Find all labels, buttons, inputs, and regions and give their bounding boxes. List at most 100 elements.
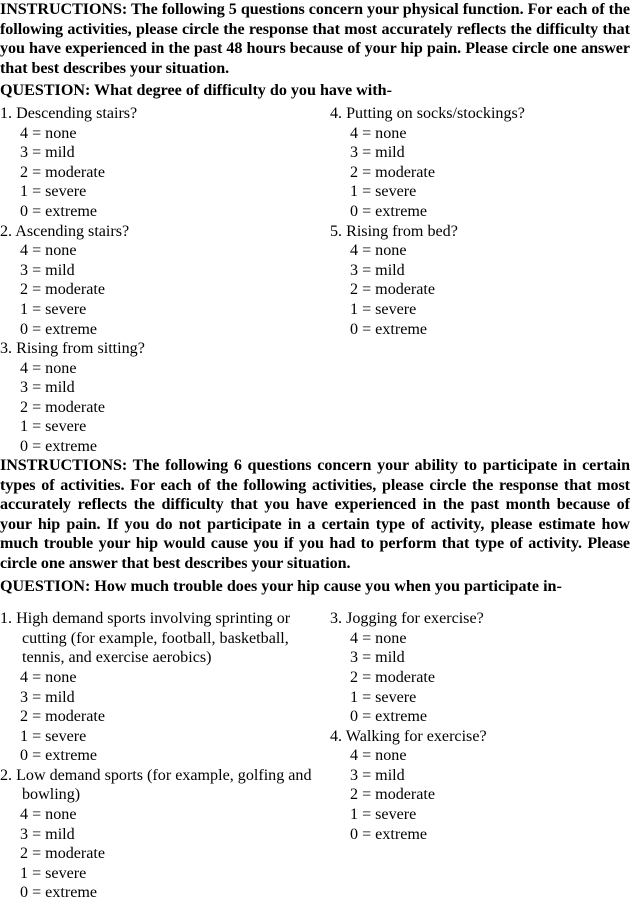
response-option[interactable]: 1 = severe [330, 688, 630, 708]
response-option[interactable]: 3 = mild [0, 825, 320, 845]
question-text: 3. Jogging for exercise? [330, 610, 484, 628]
response-option-value: 4 [20, 668, 29, 686]
response-option-value: 1 [350, 183, 359, 201]
response-option-value: 2 [350, 281, 359, 299]
response-option[interactable]: 0 = extreme [330, 707, 630, 727]
equals-sign: = [28, 398, 46, 416]
response-option-value: 1 [20, 300, 29, 318]
response-option[interactable]: 2 = moderate [330, 668, 630, 688]
equals-sign: = [358, 163, 376, 181]
response-option[interactable]: 0 = extreme [330, 320, 630, 340]
question-item: 3. Jogging for exercise? 4 = none 3 = mild… [330, 609, 630, 727]
response-option-label: none [375, 629, 407, 647]
response-option-value: 2 [350, 163, 359, 181]
response-option-value: 4 [350, 242, 359, 260]
response-option[interactable]: 4 = none [0, 124, 320, 144]
response-option[interactable]: 3 = mild [0, 143, 320, 163]
response-option-label: extreme [45, 747, 97, 765]
response-option[interactable]: 2 = moderate [330, 280, 630, 300]
response-option-label: extreme [375, 320, 427, 338]
response-option[interactable]: 2 = moderate [0, 163, 320, 183]
response-option[interactable]: 1 = severe [0, 864, 320, 884]
equals-sign: = [28, 202, 46, 220]
response-option-value: 0 [350, 202, 359, 220]
response-option-label: mild [45, 379, 75, 397]
response-option-label: moderate [375, 163, 436, 181]
response-option[interactable]: 0 = extreme [0, 202, 320, 222]
equals-sign: = [28, 708, 46, 726]
response-option[interactable]: 2 = moderate [0, 707, 320, 727]
activities-right-column: 3. Jogging for exercise? 4 = none 3 = mild… [330, 609, 630, 844]
response-option[interactable]: 2 = moderate [0, 280, 320, 300]
response-option[interactable]: 2 = moderate [330, 785, 630, 805]
response-option[interactable]: 2 = moderate [330, 163, 630, 183]
response-option[interactable]: 1 = severe [330, 182, 630, 202]
equals-sign: = [28, 320, 46, 338]
question-text: 5. Rising from bed? [330, 222, 458, 240]
equals-sign: = [28, 144, 46, 162]
response-option-label: mild [45, 144, 75, 162]
response-option[interactable]: 0 = extreme [0, 883, 320, 903]
response-scale: 4 = none 3 = mild 2 = moderate 1 = severe 0 … [330, 124, 630, 222]
question-item: 2. Ascending stairs? 4 = none 3 = mild 2 = … [0, 222, 320, 340]
response-option[interactable]: 4 = none [0, 668, 320, 688]
response-option-label: none [375, 242, 407, 260]
response-option[interactable]: 3 = mild [330, 766, 630, 786]
response-option[interactable]: 0 = extreme [330, 825, 630, 845]
response-option-value: 3 [350, 261, 359, 279]
equals-sign: = [358, 320, 376, 338]
response-option-value: 2 [20, 163, 29, 181]
question-text: 2. Ascending stairs? [0, 222, 130, 240]
response-option[interactable]: 4 = none [0, 241, 320, 261]
question-item: 2. Low demand sports (for example, golfi… [0, 766, 320, 903]
response-option-value: 0 [20, 320, 29, 338]
physical-function-right-column: 4. Putting on socks/stockings? 4 = none 3 … [330, 104, 630, 339]
response-option-value: 0 [20, 438, 29, 456]
response-option[interactable]: 0 = extreme [330, 202, 630, 222]
response-option[interactable]: 4 = none [0, 359, 320, 379]
response-option[interactable]: 0 = extreme [0, 746, 320, 766]
response-option-label: extreme [45, 320, 97, 338]
equals-sign: = [28, 281, 46, 299]
response-option-label: none [45, 806, 77, 824]
response-option[interactable]: 2 = moderate [0, 844, 320, 864]
response-option[interactable]: 3 = mild [0, 378, 320, 398]
response-scale: 4 = none 3 = mild 2 = moderate 1 = severe 0 … [330, 629, 630, 727]
response-option[interactable]: 0 = extreme [0, 437, 320, 457]
response-option[interactable]: 3 = mild [330, 648, 630, 668]
question-text: 4. Putting on socks/stockings? [330, 104, 525, 122]
response-option-value: 2 [20, 398, 29, 416]
response-option[interactable]: 4 = none [330, 241, 630, 261]
equals-sign: = [358, 124, 376, 142]
response-option-label: extreme [45, 202, 97, 220]
equals-sign: = [28, 668, 46, 686]
response-option[interactable]: 4 = none [330, 746, 630, 766]
response-option[interactable]: 1 = severe [0, 417, 320, 437]
equals-sign: = [358, 806, 376, 824]
response-option-label: extreme [45, 884, 97, 902]
response-option[interactable]: 1 = severe [0, 727, 320, 747]
response-option[interactable]: 3 = mild [330, 143, 630, 163]
response-option[interactable]: 4 = none [330, 124, 630, 144]
response-option-value: 2 [20, 281, 29, 299]
equals-sign: = [28, 845, 46, 863]
response-option[interactable]: 4 = none [0, 805, 320, 825]
response-option[interactable]: 1 = severe [0, 300, 320, 320]
response-option-value: 0 [20, 884, 29, 902]
response-option[interactable]: 1 = severe [0, 182, 320, 202]
response-option[interactable]: 4 = none [330, 629, 630, 649]
response-option[interactable]: 1 = severe [330, 300, 630, 320]
response-option[interactable]: 3 = mild [330, 261, 630, 281]
response-option[interactable]: 1 = severe [330, 805, 630, 825]
equals-sign: = [358, 766, 376, 784]
response-option[interactable]: 3 = mild [0, 688, 320, 708]
response-option-value: 3 [20, 261, 29, 279]
response-option-label: mild [45, 688, 75, 706]
response-scale: 4 = none 3 = mild 2 = moderate 1 = severe 0 … [0, 124, 320, 222]
response-option[interactable]: 0 = extreme [0, 320, 320, 340]
response-option-label: moderate [45, 163, 106, 181]
response-option[interactable]: 2 = moderate [0, 398, 320, 418]
equals-sign: = [358, 261, 376, 279]
equals-sign: = [28, 261, 46, 279]
response-option[interactable]: 3 = mild [0, 261, 320, 281]
